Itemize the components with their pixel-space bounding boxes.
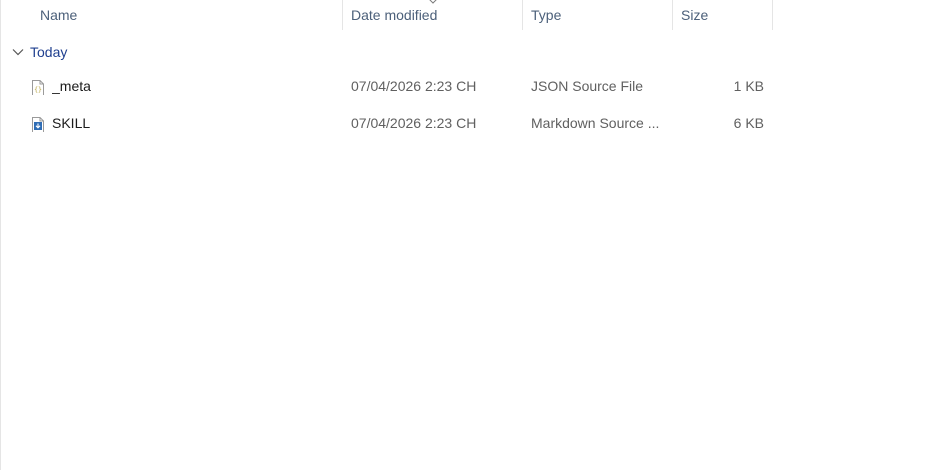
file-name: _meta — [52, 78, 91, 94]
file-size: 6 KB — [733, 115, 764, 131]
chevron-down-icon[interactable] — [9, 43, 27, 61]
sort-ascending-icon — [429, 0, 437, 4]
column-header-name[interactable]: Name — [34, 0, 343, 30]
file-row-meta[interactable]: {} _meta 07/04/2026 2:23 CH JSON Source … — [2, 71, 774, 101]
file-date-modified: 07/04/2026 2:23 CH — [351, 115, 477, 131]
column-header-size[interactable]: Size — [675, 0, 773, 30]
svg-text:{}: {} — [34, 86, 42, 94]
markdown-file-icon — [29, 114, 47, 132]
file-size: 1 KB — [733, 78, 764, 94]
file-type: Markdown Source ... — [531, 115, 660, 131]
file-type: JSON Source File — [531, 78, 644, 94]
file-date-modified: 07/04/2026 2:23 CH — [351, 78, 477, 94]
file-list-pane: Name Date modified Type Size Today {} _m… — [0, 0, 949, 470]
column-header-type[interactable]: Type — [525, 0, 673, 30]
group-header-today[interactable]: Today — [9, 40, 67, 64]
group-label: Today — [30, 44, 68, 60]
file-name: SKILL — [52, 115, 91, 131]
json-file-icon: {} — [29, 77, 47, 95]
file-row-skill[interactable]: SKILL 07/04/2026 2:23 CH Markdown Source… — [2, 108, 774, 138]
